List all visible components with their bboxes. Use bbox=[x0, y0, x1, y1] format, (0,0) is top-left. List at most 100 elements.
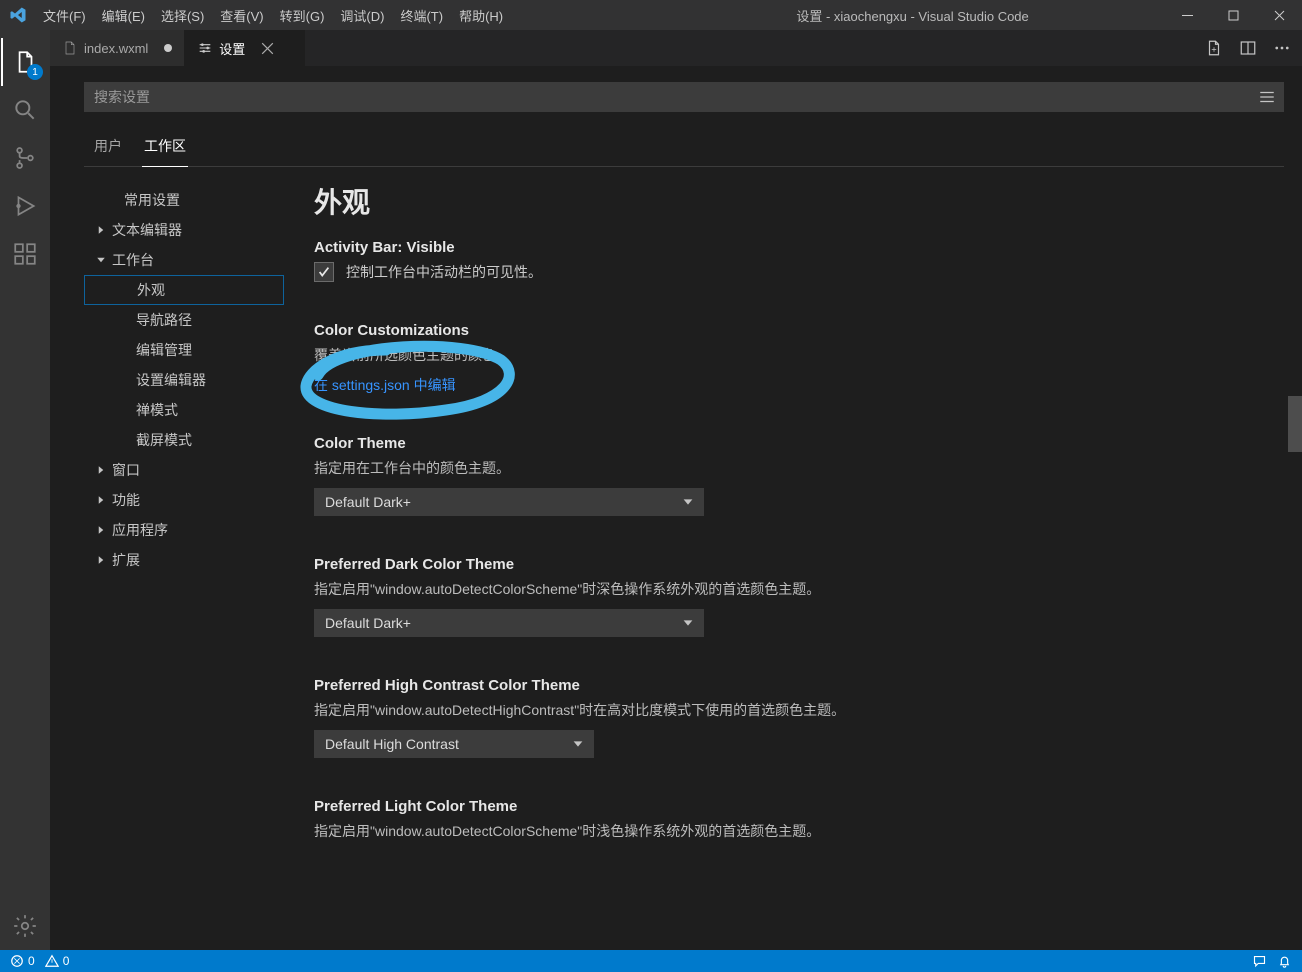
setting-title: Preferred Light Color Theme bbox=[314, 798, 1214, 815]
explorer-badge: 1 bbox=[27, 64, 43, 80]
setting-preferred-high-contrast-theme: Preferred High Contrast Color Theme 指定启用… bbox=[314, 677, 1214, 758]
status-errors-count: 0 bbox=[28, 954, 35, 968]
tab-label: index.wxml bbox=[84, 41, 148, 56]
select-value: Default High Contrast bbox=[325, 736, 459, 752]
toc-editor-management[interactable]: 编辑管理 bbox=[84, 335, 284, 365]
scrollbar-thumb[interactable] bbox=[1288, 396, 1302, 452]
status-errors[interactable]: 0 bbox=[10, 954, 35, 968]
maximize-button[interactable] bbox=[1210, 0, 1256, 30]
toc-screencast[interactable]: 截屏模式 bbox=[84, 425, 284, 455]
toc-text-editor[interactable]: 文本编辑器 bbox=[84, 215, 284, 245]
chevron-right-icon bbox=[94, 464, 108, 476]
setting-preferred-dark-theme: Preferred Dark Color Theme 指定启用"window.a… bbox=[314, 556, 1214, 637]
settings-search-input[interactable] bbox=[84, 82, 1284, 112]
more-actions-icon[interactable] bbox=[1272, 38, 1292, 58]
open-changes-icon[interactable] bbox=[1204, 38, 1224, 58]
tab-dirty-icon bbox=[164, 44, 172, 52]
editor-tabs: index.wxml 设置 bbox=[50, 30, 1302, 66]
setting-desc: 指定用在工作台中的颜色主题。 bbox=[314, 458, 1214, 478]
split-editor-icon[interactable] bbox=[1238, 38, 1258, 58]
toc-label: 功能 bbox=[112, 489, 140, 511]
chevron-down-icon bbox=[681, 495, 695, 509]
menu-goto[interactable]: 转到(G) bbox=[272, 0, 333, 30]
setting-title-sub: Visible bbox=[407, 239, 455, 256]
status-bar: 0 0 bbox=[0, 950, 1302, 972]
toc-label: 工作台 bbox=[112, 249, 154, 271]
toc-extensions[interactable]: 扩展 bbox=[84, 545, 284, 575]
setting-title: Activity Bar: Visible bbox=[314, 239, 1214, 256]
explorer-icon[interactable]: 1 bbox=[1, 38, 49, 86]
source-control-icon[interactable] bbox=[1, 134, 49, 182]
menu-edit[interactable]: 编辑(E) bbox=[94, 0, 153, 30]
checkbox[interactable] bbox=[314, 262, 334, 282]
activity-bar: 1 bbox=[0, 30, 50, 950]
toc-label: 扩展 bbox=[112, 549, 140, 571]
setting-desc: 指定启用"window.autoDetectColorScheme"时深色操作系… bbox=[314, 579, 1214, 599]
settings-gear-icon[interactable] bbox=[1, 902, 49, 950]
chevron-right-icon bbox=[94, 224, 108, 236]
toc-settings-editor[interactable]: 设置编辑器 bbox=[84, 365, 284, 395]
setting-title: Preferred High Contrast Color Theme bbox=[314, 677, 1214, 694]
chevron-down-icon bbox=[571, 737, 585, 751]
settings-editor: 用户 工作区 常用设置 文本编辑器 bbox=[50, 66, 1302, 950]
preferred-hc-select[interactable]: Default High Contrast bbox=[314, 730, 594, 758]
extensions-icon[interactable] bbox=[1, 230, 49, 278]
status-bell-icon[interactable] bbox=[1277, 954, 1292, 969]
toc-appearance[interactable]: 外观 bbox=[84, 275, 284, 305]
scope-user[interactable]: 用户 bbox=[92, 130, 124, 166]
setting-title: Preferred Dark Color Theme bbox=[314, 556, 1214, 573]
open-settings-json-link[interactable]: 在 settings.json 中编辑 bbox=[314, 375, 1214, 395]
select-value: Default Dark+ bbox=[325, 494, 411, 510]
color-theme-select[interactable]: Default Dark+ bbox=[314, 488, 704, 516]
menu-terminal[interactable]: 终端(T) bbox=[392, 0, 451, 30]
toc-application[interactable]: 应用程序 bbox=[84, 515, 284, 545]
toc-zen-mode[interactable]: 禅模式 bbox=[84, 395, 284, 425]
minimize-button[interactable] bbox=[1164, 0, 1210, 30]
settings-filter-icon[interactable] bbox=[1258, 82, 1276, 112]
menu-help[interactable]: 帮助(H) bbox=[451, 0, 511, 30]
status-warnings[interactable]: 0 bbox=[45, 954, 70, 968]
tab-close-icon[interactable] bbox=[261, 42, 274, 55]
toc-workbench[interactable]: 工作台 bbox=[84, 245, 284, 275]
window-title: 设置 - xiaochengxu - Visual Studio Code bbox=[511, 6, 1164, 25]
toc-breadcrumbs[interactable]: 导航路径 bbox=[84, 305, 284, 335]
select-value: Default Dark+ bbox=[325, 615, 411, 631]
toc-window[interactable]: 窗口 bbox=[84, 455, 284, 485]
menu-bar: 文件(F) 编辑(E) 选择(S) 查看(V) 转到(G) 调试(D) 终端(T… bbox=[35, 0, 511, 30]
menu-select[interactable]: 选择(S) bbox=[153, 0, 212, 30]
toc-common[interactable]: 常用设置 bbox=[84, 185, 284, 215]
toc-label: 应用程序 bbox=[112, 519, 168, 541]
settings-scope-tabs: 用户 工作区 bbox=[84, 130, 1284, 167]
status-warnings-count: 0 bbox=[63, 954, 70, 968]
chevron-right-icon bbox=[94, 554, 108, 566]
setting-title: Color Customizations bbox=[314, 322, 1214, 339]
setting-color-theme: Color Theme 指定用在工作台中的颜色主题。 Default Dark+ bbox=[314, 435, 1214, 516]
debug-icon[interactable] bbox=[1, 182, 49, 230]
close-button[interactable] bbox=[1256, 0, 1302, 30]
window-controls bbox=[1164, 0, 1302, 30]
tab-label: 设置 bbox=[219, 39, 245, 58]
menu-view[interactable]: 查看(V) bbox=[212, 0, 271, 30]
chevron-right-icon bbox=[94, 494, 108, 506]
menu-debug[interactable]: 调试(D) bbox=[332, 0, 392, 30]
setting-color-customizations: Color Customizations 覆盖当前所选颜色主题的颜色。 在 se… bbox=[314, 322, 1214, 395]
setting-desc: 覆盖当前所选颜色主题的颜色。 bbox=[314, 345, 1214, 365]
menu-file[interactable]: 文件(F) bbox=[35, 0, 94, 30]
tab-index-wxml[interactable]: index.wxml bbox=[50, 30, 185, 66]
toc-features[interactable]: 功能 bbox=[84, 485, 284, 515]
settings-search bbox=[84, 82, 1284, 112]
search-icon[interactable] bbox=[1, 86, 49, 134]
chevron-right-icon bbox=[94, 524, 108, 536]
tab-settings[interactable]: 设置 bbox=[185, 30, 305, 66]
settings-content[interactable]: 外观 Activity Bar: Visible 控制工作台中活动栏的可见性。 bbox=[284, 177, 1284, 950]
tab-actions bbox=[1194, 30, 1302, 66]
file-icon bbox=[62, 40, 78, 56]
status-feedback-icon[interactable] bbox=[1252, 954, 1267, 969]
preferred-dark-select[interactable]: Default Dark+ bbox=[314, 609, 704, 637]
section-title: 外观 bbox=[314, 181, 1274, 221]
chevron-down-icon bbox=[94, 254, 108, 266]
setting-title-prefix: Activity Bar: bbox=[314, 239, 407, 256]
chevron-down-icon bbox=[681, 616, 695, 630]
checkbox-label: 控制工作台中活动栏的可见性。 bbox=[346, 262, 542, 282]
scope-workspace[interactable]: 工作区 bbox=[142, 130, 188, 166]
